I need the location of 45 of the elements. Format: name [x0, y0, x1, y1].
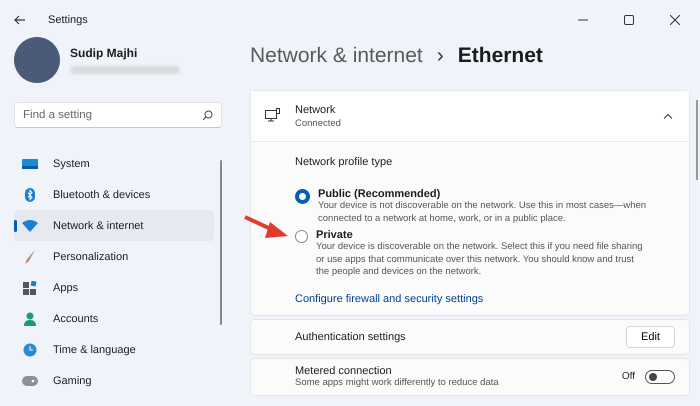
chevron-icon[interactable] [663, 113, 673, 119]
sidebar-item[interactable]: Bluetooth & devices [14, 179, 214, 210]
globe-clock-icon [22, 342, 38, 356]
toggle-state: Off [622, 371, 635, 382]
setting-label: Authentication settings [295, 330, 407, 342]
person-icon [22, 312, 38, 326]
maximize-icon[interactable] [624, 15, 634, 25]
option-label: Private [316, 229, 354, 241]
window-title: Settings [48, 14, 88, 26]
annotation-arrow [243, 214, 289, 240]
controller-icon [22, 376, 38, 386]
apps-icon [22, 280, 38, 294]
breadcrumb-separator: › [436, 44, 444, 68]
sidebar-item[interactable]: Personalization [14, 241, 214, 272]
back-icon[interactable] [14, 15, 26, 25]
option-description: Your device is not discoverable on the network. Use this in most cases—when connected to a network at home, work, or in a public place. [318, 200, 648, 225]
search-field[interactable]: Find a setting [14, 102, 222, 128]
firewall-link[interactable]: Configure firewall and security settings [295, 292, 484, 304]
option-label: Public (Recommended) [318, 188, 442, 200]
edit-button[interactable]: Edit [626, 326, 675, 348]
sidebar-item[interactable]: Apps [14, 272, 214, 303]
sidebar-item[interactable]: Gaming [14, 365, 214, 396]
network-status: Connected [295, 118, 342, 128]
breadcrumb-parent[interactable]: Network & internet [250, 44, 423, 68]
sidebar-item[interactable]: System [14, 148, 214, 179]
bluetooth-icon [22, 188, 38, 202]
sidebar-item[interactable]: Accounts [14, 303, 214, 334]
monitor-icon [22, 158, 38, 170]
network-title: Network [295, 104, 336, 116]
toggle-switch[interactable] [645, 370, 675, 384]
ethernet-pc-icon [265, 108, 281, 124]
user-name: Sudip Majhi [70, 46, 138, 60]
search-icon [202, 110, 213, 121]
close-icon[interactable] [670, 15, 680, 25]
radio-button[interactable] [295, 189, 310, 204]
sidebar-item[interactable]: Network & internet [14, 210, 214, 241]
option-description: Your device is discoverable on the network. Select this if you need file sharing or use apps that communicate over this network. You should know and trust the people and devices on the network. [316, 241, 644, 278]
setting-label: Metered connection [295, 364, 393, 376]
setting-description: Some apps might work differently to reduce data [295, 376, 500, 389]
page-title: Ethernet [458, 44, 543, 68]
section-heading: Network profile type [295, 156, 394, 168]
sidebar-item[interactable]: Time & language [14, 334, 214, 365]
wifi-icon [22, 220, 38, 232]
radio-button[interactable] [295, 230, 308, 243]
avatar [14, 37, 60, 83]
